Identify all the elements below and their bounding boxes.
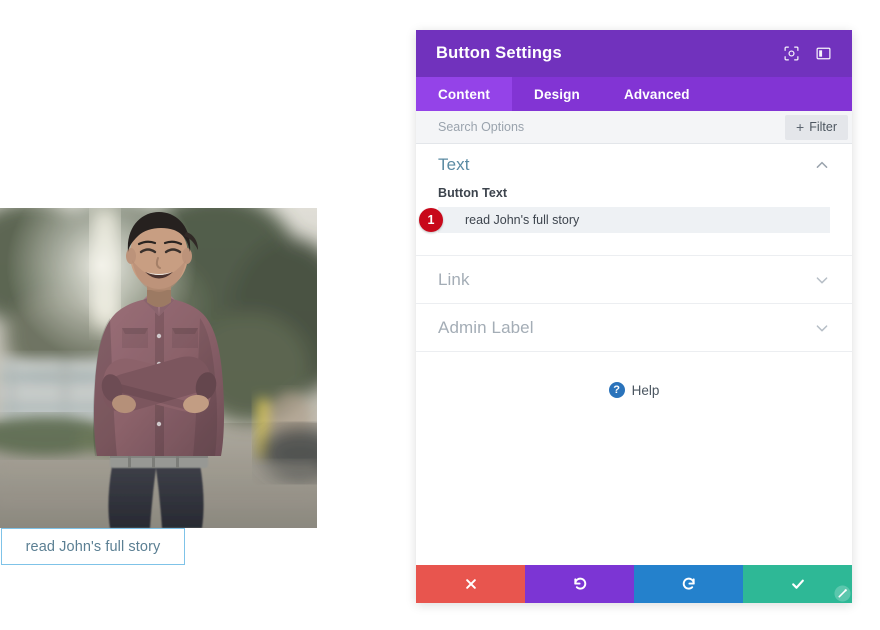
section-text-header[interactable]: Text [416,144,852,186]
preview-cta-button[interactable]: read John's full story [1,528,185,565]
tab-advanced[interactable]: Advanced [602,77,712,111]
page-preview-area: read John's full story [0,0,380,630]
layout-panel-icon[interactable] [810,41,836,67]
search-options-row: + Filter [416,111,852,144]
button-text-label: Button Text [438,186,830,200]
help-label: Help [632,383,660,398]
preview-cta-button-label: read John's full story [26,539,161,555]
plus-icon: + [796,120,804,134]
focus-icon[interactable] [778,41,804,67]
section-admin-label[interactable]: Admin Label [416,304,852,352]
close-x-icon [464,577,478,591]
resize-grip-icon[interactable] [833,584,852,603]
panel-tab-bar: Content Design Advanced [416,77,852,111]
chevron-down-icon[interactable] [814,320,830,336]
button-text-input[interactable] [438,207,830,233]
filter-button[interactable]: + Filter [785,115,848,140]
panel-titlebar: Button Settings [416,30,852,77]
section-text-title: Text [438,155,814,175]
undo-button[interactable] [525,565,634,603]
section-text: Text Button Text 1 [416,144,852,256]
chevron-up-icon[interactable] [814,157,830,173]
hero-photo [0,208,317,528]
redo-icon [681,576,697,592]
undo-icon [572,576,588,592]
cancel-button[interactable] [416,565,525,603]
filter-button-label: Filter [809,120,837,134]
tab-design[interactable]: Design [512,77,602,111]
button-settings-panel: Button Settings Content Design Advanced [416,30,852,603]
step-badge-1: 1 [419,208,443,232]
redo-button[interactable] [634,565,743,603]
section-link-title: Link [438,270,814,290]
checkmark-icon [790,576,806,592]
section-link[interactable]: Link [416,256,852,304]
panel-title: Button Settings [436,44,772,63]
panel-body: Text Button Text 1 Link [416,144,852,565]
section-text-body: Button Text 1 [416,186,852,255]
button-text-field-wrap: 1 [438,207,830,233]
panel-footer [416,565,852,603]
help-link[interactable]: ? Help [416,352,852,398]
search-options-input[interactable] [438,120,785,134]
section-admin-label-title: Admin Label [438,318,814,338]
tab-content[interactable]: Content [416,77,512,111]
question-circle-icon: ? [609,382,625,398]
screen-root: read John's full story Button Settings [0,0,880,630]
chevron-down-icon[interactable] [814,272,830,288]
